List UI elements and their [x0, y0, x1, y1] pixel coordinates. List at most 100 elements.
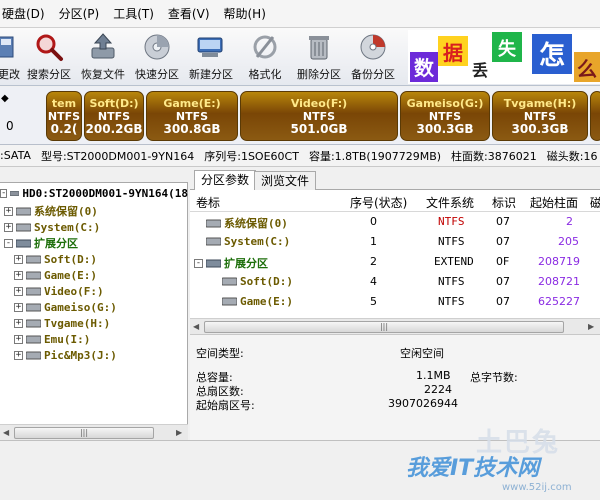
tree-horizontal-scrollbar[interactable]: ◀ ||| ▶	[0, 424, 188, 440]
tree-item[interactable]: + System(C:)	[4, 219, 100, 235]
new-partition-button[interactable]: 新建分区	[184, 28, 238, 86]
col-id[interactable]: 标识	[492, 194, 516, 211]
expand-icon[interactable]: +	[4, 206, 13, 216]
backup-partition-button[interactable]: 备份分区	[346, 28, 400, 86]
table-horizontal-scrollbar[interactable]: ◀ ||| ▶	[190, 318, 600, 334]
tree-item[interactable]: + Video(F:)	[14, 283, 104, 299]
partition-icon	[26, 351, 41, 359]
menu-partition[interactable]: 分区(P)	[52, 5, 107, 22]
col-volume-label[interactable]: 卷标	[196, 194, 220, 211]
row-index: 4	[370, 275, 377, 288]
expand-icon[interactable]: +	[14, 270, 23, 280]
tab-browse-files[interactable]: 浏览文件	[254, 171, 317, 190]
partition-block[interactable]: Gameiso(G:) NTFS 300.3GB	[400, 91, 490, 141]
table-row[interactable]: System(C:) 1 NTFS 07 205	[190, 232, 600, 252]
row-filesystem: NTFS	[438, 215, 465, 228]
partition-icon	[26, 271, 41, 279]
menu-bar: 硬盘(D) 分区(P) 工具(T) 查看(V) 帮助(H)	[0, 0, 600, 28]
search-partition-label: 搜索分区	[27, 68, 71, 81]
partition-detail-pane: 分区参数 浏览文件 卷标 序号(状态) 文件系统 标识 起始柱面 磁 系统保留(…	[190, 168, 600, 440]
scroll-left-icon[interactable]: ◀	[3, 428, 9, 437]
start-sector-value: 3907026944	[388, 397, 458, 410]
expand-icon[interactable]: +	[14, 318, 23, 328]
tab-partition-params[interactable]: 分区参数	[194, 170, 257, 190]
partition-block[interactable]: tem NTFS 0.2(	[46, 91, 82, 141]
row-id: 07	[496, 295, 510, 308]
scroll-right-icon[interactable]: ▶	[176, 428, 182, 437]
menu-disk[interactable]: 硬盘(D)	[0, 5, 52, 22]
scroll-left-icon[interactable]: ◀	[193, 322, 199, 331]
col-head[interactable]: 磁	[590, 194, 600, 211]
col-index-status[interactable]: 序号(状态)	[350, 194, 407, 211]
tree-item[interactable]: - 扩展分区	[4, 235, 78, 251]
tree-item[interactable]: + Game(E:)	[14, 267, 97, 283]
partition-block[interactable]: Video(F:) NTFS 501.0GB	[240, 91, 398, 141]
tree-item-label: Game(E:)	[44, 268, 97, 282]
svg-text:数: 数	[414, 56, 435, 80]
disk-partition-bar: ◆ 0 tem NTFS 0.2( Soft(D:) NTFS 200.2GB …	[0, 87, 600, 145]
delete-partition-button[interactable]: 删除分区	[292, 28, 346, 86]
expand-icon[interactable]: +	[14, 286, 23, 296]
menu-view[interactable]: 查看(V)	[161, 5, 217, 22]
partition-block[interactable]: Tvgame(H:) NTFS 300.3GB	[492, 91, 588, 141]
row-index: 2	[370, 255, 377, 268]
total-capacity-value: 1.1MB	[416, 369, 451, 382]
scroll-thumb[interactable]: |||	[14, 427, 154, 439]
table-row[interactable]: Soft(D:) 4 NTFS 07 208721	[190, 272, 600, 292]
partition-block[interactable]: Soft(D:) NTFS 200.2GB	[84, 91, 144, 141]
disk-capacity: 容量:1.8TB(1907729MB)	[308, 149, 442, 163]
tab-strip: 分区参数 浏览文件	[190, 168, 600, 190]
col-filesystem[interactable]: 文件系统	[426, 194, 474, 211]
search-icon	[34, 32, 64, 62]
format-button[interactable]: 格式化	[238, 28, 292, 86]
recover-files-label: 恢复文件	[81, 68, 125, 81]
menu-help[interactable]: 帮助(H)	[217, 5, 273, 22]
format-label: 格式化	[248, 68, 282, 81]
tree-item[interactable]: + Emu(I:)	[14, 331, 90, 347]
tree-item[interactable]: + Gameiso(G:)	[14, 299, 117, 315]
quick-partition-button[interactable]: 快速分区	[130, 28, 184, 86]
row-id: 0F	[496, 255, 510, 268]
tree-item-label: 扩展分区	[34, 237, 78, 250]
row-name: System(C:)	[206, 235, 290, 248]
disk-heads: 磁头数:16	[546, 149, 598, 163]
save-changes-label: 更改	[0, 68, 20, 81]
table-header: 卷标 序号(状态) 文件系统 标识 起始柱面 磁	[190, 190, 600, 212]
tree-item[interactable]: + Soft(D:)	[14, 251, 97, 267]
partition-icon	[206, 219, 221, 227]
menu-tools[interactable]: 工具(T)	[106, 5, 161, 22]
scroll-thumb[interactable]: |||	[204, 321, 564, 333]
recover-files-button[interactable]: 恢复文件	[76, 28, 130, 86]
col-start-cylinder[interactable]: 起始柱面	[530, 194, 578, 211]
data-loss-banner[interactable]: 数 据 丢 失 怎 么	[408, 30, 600, 84]
partition-block[interactable]: Game(E:) NTFS 300.8GB	[146, 91, 238, 141]
collapse-icon[interactable]: -	[194, 258, 203, 268]
row-start-cylinder: 208721	[538, 275, 580, 288]
collapse-icon[interactable]: -	[4, 238, 13, 248]
expand-icon[interactable]: +	[14, 334, 23, 344]
row-name: 系统保留(0)	[206, 215, 288, 231]
expand-icon[interactable]: +	[14, 254, 23, 264]
table-row[interactable]: - 扩展分区 2 EXTEND 0F 208719	[190, 252, 600, 272]
search-partition-button[interactable]: 搜索分区	[22, 28, 76, 86]
save-changes-icon	[0, 32, 22, 62]
expand-icon[interactable]: +	[14, 350, 23, 360]
partition-block[interactable]	[590, 91, 600, 141]
table-row[interactable]: Game(E:) 5 NTFS 07 625227	[190, 292, 600, 312]
tree-item[interactable]: + Pic&Mp3(J:)	[14, 347, 117, 363]
expand-icon[interactable]: +	[14, 302, 23, 312]
tree-item[interactable]: + 系统保留(0)	[4, 203, 98, 219]
expand-icon[interactable]: +	[4, 222, 13, 232]
save-changes-button[interactable]: 更改	[0, 28, 22, 86]
disk-nav-arrow-icon[interactable]: ◆	[1, 93, 9, 104]
quick-partition-icon	[142, 32, 172, 62]
collapse-icon[interactable]: -	[0, 188, 8, 198]
tree-item[interactable]: + Tvgame(H:)	[14, 315, 110, 331]
svg-text:么: 么	[577, 57, 597, 81]
delete-icon	[304, 32, 334, 62]
new-partition-label: 新建分区	[189, 68, 233, 81]
tree-root-disk[interactable]: - HD0:ST2000DM001-9YN164(18	[0, 185, 188, 201]
table-row[interactable]: 系统保留(0) 0 NTFS 07 2	[190, 212, 600, 232]
scroll-right-icon[interactable]: ▶	[588, 322, 594, 331]
disk-model: 型号:ST2000DM001-9YN164	[40, 149, 195, 163]
